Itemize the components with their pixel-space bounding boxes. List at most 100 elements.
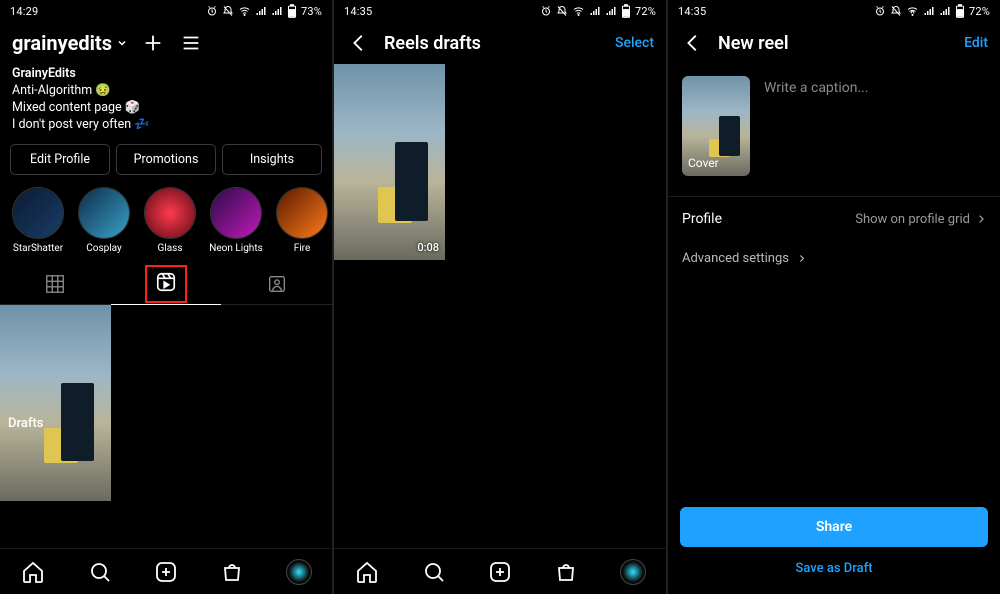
status-time: 14:29 — [10, 5, 38, 18]
create-button[interactable] — [140, 30, 166, 56]
reels-drafts-grid: Drafts — [0, 305, 332, 501]
page-title: New reel — [718, 33, 952, 54]
tab-tagged[interactable] — [221, 264, 332, 304]
status-time: 14:35 — [344, 5, 372, 18]
insights-button[interactable]: Insights — [222, 144, 322, 175]
bio-name: GrainyEdits — [12, 66, 320, 83]
menu-button[interactable] — [178, 30, 204, 56]
draft-duration: 0:08 — [417, 241, 439, 254]
profile-header: grainyedits — [0, 22, 332, 64]
save-draft-button[interactable]: Save as Draft — [680, 547, 988, 578]
wifi-icon — [906, 5, 919, 17]
highlight-label: Cosplay — [86, 243, 122, 254]
status-bar: 14:35 72% — [668, 0, 1000, 22]
highlight-item[interactable]: Neon Lights — [208, 187, 264, 254]
profile-tabs — [0, 264, 332, 305]
screen-new-reel: 14:35 72% New reel Edit Cover Write a ca… — [668, 0, 1000, 594]
screen-reels-drafts: 14:35 72% Reels drafts Select 0:08 — [334, 0, 666, 594]
highlight-label: Glass — [157, 243, 182, 254]
bio-line: I don't post very often 💤 — [12, 117, 320, 134]
highlight-item[interactable]: Glass — [142, 187, 198, 254]
alarm-icon — [206, 5, 218, 17]
draft-thumbnail — [0, 305, 111, 501]
promotions-button[interactable]: Promotions — [116, 144, 216, 175]
cover-picker[interactable]: Cover — [682, 76, 750, 176]
signal2-icon — [271, 5, 283, 17]
drafts-tile[interactable]: Drafts — [0, 305, 111, 501]
reels-icon — [155, 271, 177, 293]
battery-icon — [955, 4, 965, 18]
battery-icon — [621, 4, 631, 18]
chevron-right-icon — [797, 254, 806, 263]
chevron-right-icon — [976, 214, 986, 224]
alarm-icon — [540, 5, 552, 17]
wifi-icon — [572, 5, 585, 17]
tab-grid[interactable] — [0, 264, 111, 304]
profile-value: Show on profile grid — [855, 212, 970, 227]
status-time: 14:35 — [678, 5, 706, 18]
nav-home[interactable] — [19, 558, 47, 586]
share-footer: Share Save as Draft — [668, 507, 1000, 594]
cover-label: Cover — [688, 156, 719, 170]
back-button[interactable] — [680, 30, 706, 56]
nav-create[interactable] — [152, 558, 180, 586]
share-button[interactable]: Share — [680, 507, 988, 547]
chevron-down-icon — [116, 37, 128, 49]
battery-icon — [287, 4, 297, 18]
nav-create[interactable] — [486, 558, 514, 586]
battery-pct: 73% — [301, 5, 322, 18]
bottom-nav — [0, 548, 332, 594]
username-dropdown[interactable]: grainyedits — [12, 31, 128, 55]
highlight-label: Neon Lights — [209, 243, 263, 254]
edit-button[interactable]: Edit — [964, 35, 988, 51]
drafts-header: Reels drafts Select — [334, 22, 666, 64]
edit-profile-button[interactable]: Edit Profile — [10, 144, 110, 175]
nav-search[interactable] — [420, 558, 448, 586]
status-bar: 14:29 73% — [0, 0, 332, 22]
highlights-row[interactable]: StarShatter Cosplay Glass Neon Lights Fire — [0, 187, 332, 260]
page-title: Reels drafts — [384, 33, 603, 54]
nav-search[interactable] — [86, 558, 114, 586]
draft-thumbnail — [334, 64, 445, 260]
highlight-label: StarShatter — [13, 243, 63, 254]
advanced-label: Advanced settings — [682, 251, 789, 266]
caption-row: Cover Write a caption... — [668, 64, 1000, 196]
advanced-settings-row[interactable]: Advanced settings — [668, 241, 1000, 266]
drafts-list: 0:08 — [334, 64, 666, 594]
draft-item[interactable]: 0:08 — [334, 64, 445, 260]
wifi-icon — [238, 5, 251, 17]
bottom-nav — [334, 548, 666, 594]
highlight-item[interactable]: StarShatter — [10, 187, 66, 254]
battery-pct: 72% — [969, 5, 990, 18]
highlight-item[interactable]: Fire — [274, 187, 330, 254]
select-button[interactable]: Select — [615, 35, 654, 51]
highlight-item[interactable]: Cosplay — [76, 187, 132, 254]
tab-reels[interactable] — [111, 264, 222, 304]
signal2-icon — [605, 5, 617, 17]
profile-buttons: Edit Profile Promotions Insights — [0, 144, 332, 187]
back-button[interactable] — [346, 30, 372, 56]
avatar-icon — [286, 559, 312, 585]
profile-label: Profile — [682, 211, 722, 227]
mute-icon — [556, 5, 568, 17]
mute-icon — [890, 5, 902, 17]
alarm-icon — [874, 5, 886, 17]
caption-input[interactable]: Write a caption... — [764, 76, 869, 176]
signal-icon — [923, 5, 935, 17]
grid-icon — [44, 273, 66, 295]
highlight-label: Fire — [294, 243, 311, 254]
nav-profile[interactable] — [285, 558, 313, 586]
mute-icon — [222, 5, 234, 17]
nav-home[interactable] — [353, 558, 381, 586]
signal-icon — [589, 5, 601, 17]
nav-shop[interactable] — [218, 558, 246, 586]
profile-row[interactable]: Profile Show on profile grid — [668, 196, 1000, 241]
bio-line: Anti-Algorithm 🤢 — [12, 83, 320, 100]
screen-profile: 14:29 73% grainyedits GrainyEdits Anti-A… — [0, 0, 332, 594]
status-bar: 14:35 72% — [334, 0, 666, 22]
nav-shop[interactable] — [552, 558, 580, 586]
newreel-header: New reel Edit — [668, 22, 1000, 64]
nav-profile[interactable] — [619, 558, 647, 586]
bio-line: Mixed content page 🎲 — [12, 100, 320, 117]
signal2-icon — [939, 5, 951, 17]
